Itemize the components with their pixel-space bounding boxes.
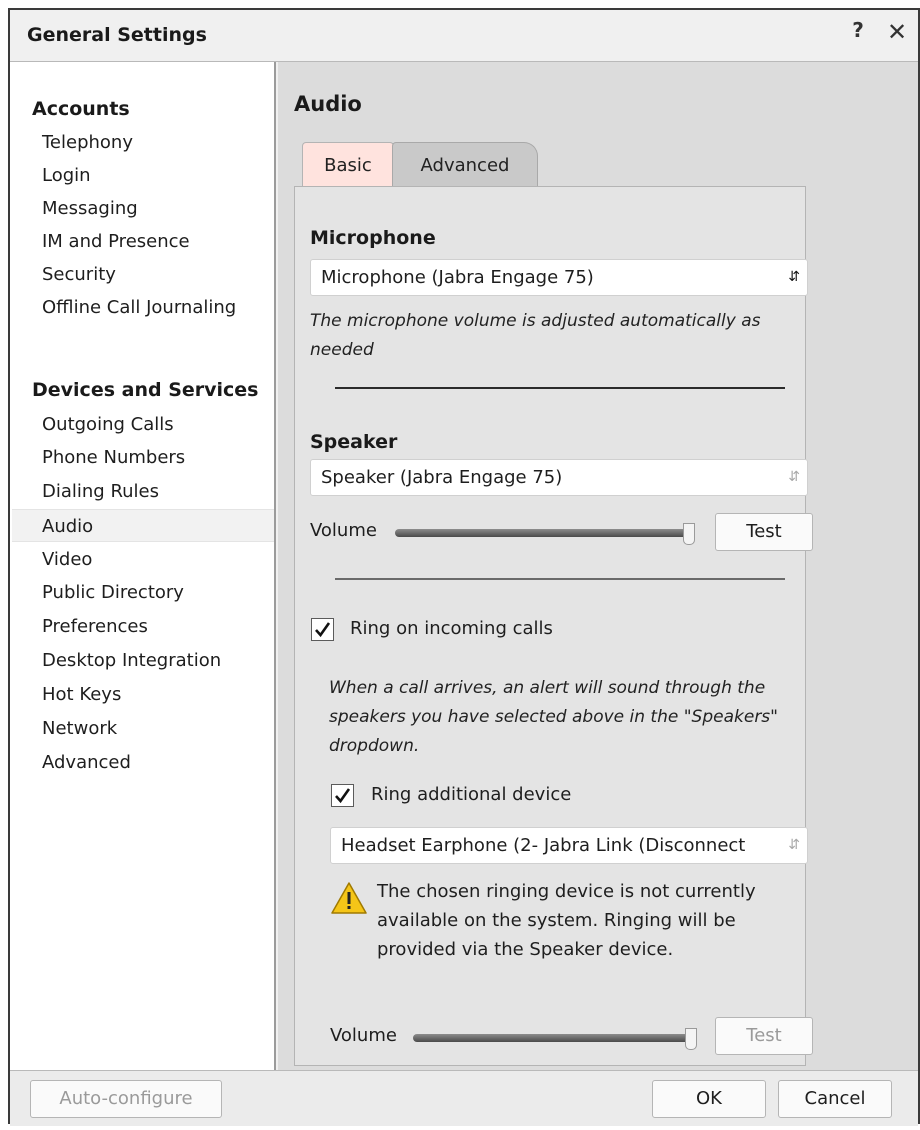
- sidebar-item-phone-numbers[interactable]: Phone Numbers: [12, 441, 274, 474]
- tab-advanced[interactable]: Advanced: [392, 142, 538, 187]
- sidebar-item-im-and-presence[interactable]: IM and Presence: [12, 225, 274, 258]
- section-divider: [335, 578, 785, 580]
- updown-arrow-icon: ⇵: [788, 469, 800, 485]
- settings-window: General Settings ? ✕ Accounts Telephony …: [8, 8, 920, 1126]
- speaker-test-button[interactable]: Test: [715, 513, 813, 551]
- speaker-select[interactable]: Speaker (Jabra Engage 75) ⇵: [310, 459, 808, 496]
- sidebar-item-security[interactable]: Security: [12, 258, 274, 291]
- sidebar-item-preferences[interactable]: Preferences: [12, 610, 274, 643]
- section-divider: [335, 387, 785, 389]
- sidebar-section-accounts: Accounts: [32, 98, 130, 120]
- sidebar-item-video[interactable]: Video: [12, 543, 274, 576]
- speaker-volume-slider-thumb[interactable]: [683, 523, 695, 545]
- ring-incoming-checkbox[interactable]: [311, 618, 334, 641]
- cancel-button[interactable]: Cancel: [778, 1080, 892, 1118]
- page-title: Audio: [294, 92, 362, 116]
- sidebar-item-network[interactable]: Network: [12, 712, 274, 745]
- sidebar-item-desktop-integration[interactable]: Desktop Integration: [12, 644, 274, 677]
- speaker-select-value: Speaker (Jabra Engage 75): [321, 467, 563, 488]
- advanced-tab-panel: Microphone Microphone (Jabra Engage 75) …: [294, 186, 813, 1066]
- sidebar-item-public-directory[interactable]: Public Directory: [12, 576, 274, 609]
- tab-basic[interactable]: Basic: [302, 142, 394, 187]
- updown-arrow-icon: ⇵: [788, 837, 800, 853]
- ring-incoming-label: Ring on incoming calls: [350, 618, 553, 639]
- sidebar-item-messaging[interactable]: Messaging: [12, 192, 274, 225]
- speaker-volume-label: Volume: [310, 520, 377, 541]
- microphone-volume-note: The microphone volume is adjusted automa…: [310, 311, 761, 360]
- sidebar-item-hot-keys[interactable]: Hot Keys: [12, 678, 274, 711]
- ring-additional-device-select-value: Headset Earphone (2- Jabra Link (Disconn…: [341, 835, 746, 856]
- ring-volume-slider-thumb[interactable]: [685, 1028, 697, 1050]
- checkmark-icon: [315, 622, 331, 638]
- ring-additional-device-label: Ring additional device: [371, 784, 572, 805]
- microphone-heading: Microphone: [310, 227, 436, 249]
- dialog-footer: Auto-configure OK Cancel: [10, 1070, 918, 1126]
- ring-additional-device-select[interactable]: Headset Earphone (2- Jabra Link (Disconn…: [330, 827, 808, 864]
- help-icon[interactable]: ?: [848, 18, 868, 46]
- sidebar-item-outgoing-calls[interactable]: Outgoing Calls: [12, 408, 274, 441]
- sidebar-item-audio[interactable]: Audio: [12, 509, 274, 542]
- microphone-select[interactable]: Microphone (Jabra Engage 75) ⇵: [310, 259, 808, 296]
- sidebar-item-offline-call-journaling[interactable]: Offline Call Journaling: [12, 291, 274, 324]
- title-bar: General Settings ? ✕: [10, 10, 918, 62]
- ring-volume-label: Volume: [330, 1025, 397, 1046]
- updown-arrow-icon: ⇵: [788, 269, 800, 285]
- settings-sidebar: Accounts Telephony Login Messaging IM an…: [10, 62, 276, 1070]
- sidebar-item-telephony[interactable]: Telephony: [12, 126, 274, 159]
- sidebar-section-devices-and-services: Devices and Services: [32, 379, 259, 401]
- warning-icon: [331, 882, 367, 914]
- speaker-volume-slider[interactable]: [395, 529, 691, 537]
- ok-button[interactable]: OK: [652, 1080, 766, 1118]
- sidebar-item-dialing-rules[interactable]: Dialing Rules: [12, 475, 274, 508]
- ring-test-button[interactable]: Test: [715, 1017, 813, 1055]
- audio-settings-content: Audio Basic Advanced Microphone Micropho…: [278, 62, 918, 1070]
- sidebar-item-advanced[interactable]: Advanced: [12, 746, 274, 779]
- window-title: General Settings: [27, 24, 207, 46]
- checkmark-icon: [335, 788, 351, 804]
- ring-additional-device-checkbox[interactable]: [331, 784, 354, 807]
- auto-configure-button[interactable]: Auto-configure: [30, 1080, 222, 1118]
- ringing-device-warning: The chosen ringing device is not current…: [377, 881, 756, 960]
- close-icon[interactable]: ✕: [884, 18, 910, 46]
- sidebar-item-login[interactable]: Login: [12, 159, 274, 192]
- speaker-heading: Speaker: [310, 431, 398, 453]
- ring-alert-note: When a call arrives, an alert will sound…: [329, 678, 778, 756]
- microphone-select-value: Microphone (Jabra Engage 75): [321, 267, 594, 288]
- ring-volume-slider[interactable]: [413, 1034, 695, 1042]
